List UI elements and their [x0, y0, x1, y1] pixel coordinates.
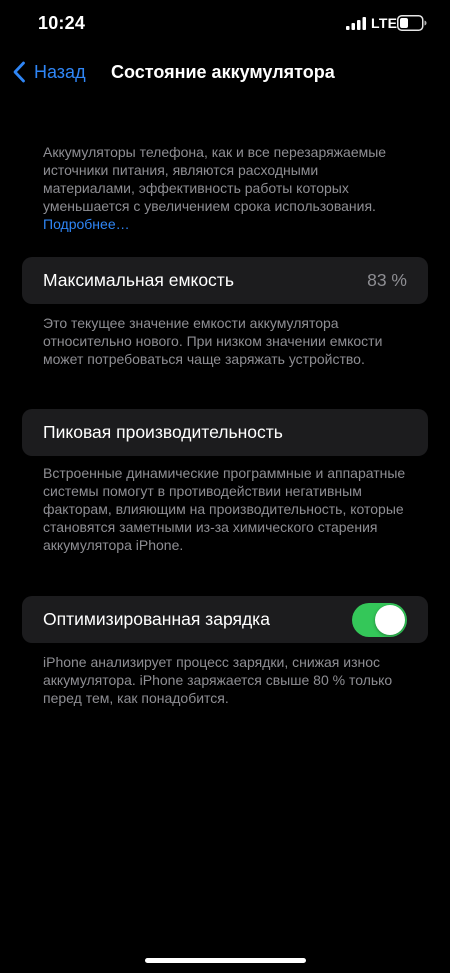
optimized-charging-row: Оптимизированная зарядка [22, 596, 428, 643]
network-type: LTE [371, 15, 398, 31]
page-title: Состояние аккумулятора [111, 62, 335, 82]
status-time: 10:24 [38, 13, 86, 33]
home-indicator[interactable] [145, 958, 306, 963]
optimized-charging-label: Оптимизированная зарядка [43, 609, 270, 629]
toggle-knob [375, 604, 405, 635]
intro-text: Аккумуляторы телефона, как и все перезар… [43, 143, 413, 233]
peak-performance-footer: Встроенные динамические программные и ап… [43, 465, 406, 553]
peak-performance-row: Пиковая производительность [22, 409, 428, 456]
back-label: Назад [34, 61, 86, 82]
battery-icon [397, 15, 427, 31]
peak-performance-label: Пиковая производительность [43, 422, 283, 442]
learn-more-link[interactable]: Подробнее… [43, 216, 130, 232]
back-button[interactable]: Назад [12, 58, 86, 86]
cellular-signal-icon [346, 17, 366, 30]
chevron-left-icon [13, 61, 25, 83]
status-bar: 10:24 LTE [0, 0, 450, 46]
maximum-capacity-row: Максимальная емкость 83 % [22, 257, 428, 304]
capacity-footer: Это текущее значение емкости аккумулятор… [43, 315, 383, 367]
maximum-capacity-label: Максимальная емкость [43, 270, 234, 290]
optimized-charging-toggle[interactable] [352, 602, 407, 637]
maximum-capacity-value: 83 % [367, 270, 407, 290]
intro-description: Аккумуляторы телефона, как и все перезар… [43, 144, 387, 214]
optimized-charging-footer: iPhone анализирует процесс зарядки, сниж… [43, 654, 393, 706]
